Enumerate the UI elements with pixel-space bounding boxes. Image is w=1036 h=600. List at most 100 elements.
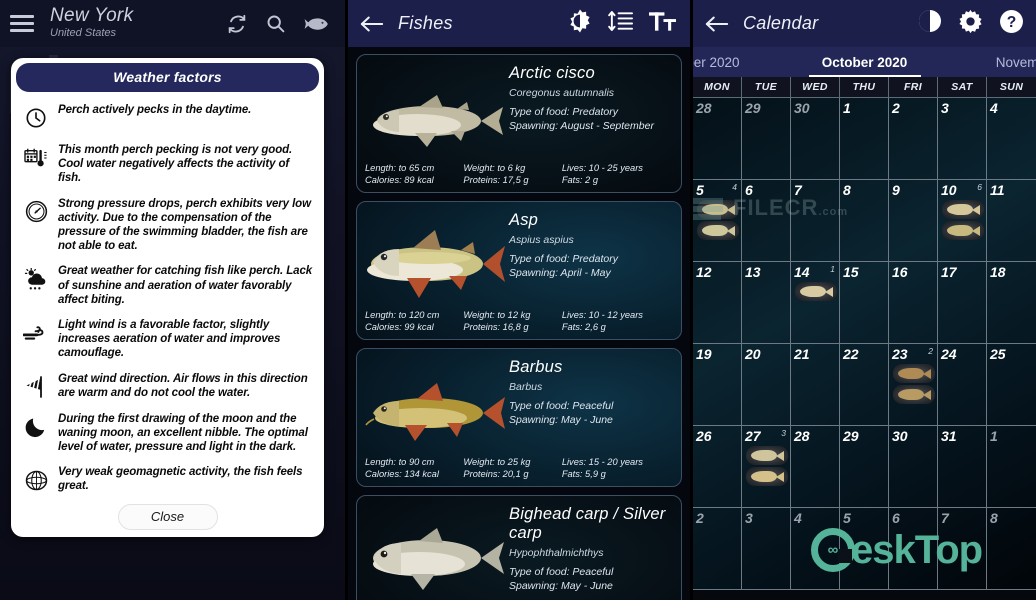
- back-arrow-icon[interactable]: [705, 15, 729, 33]
- calendar-day-cell[interactable]: 7: [938, 508, 987, 590]
- factor-text: This month perch pecking is not very goo…: [58, 144, 293, 185]
- fish-fats: Fats: 2 g: [561, 175, 598, 185]
- calendar-day-cell[interactable]: 14 1: [791, 262, 840, 344]
- calendar-day-cell[interactable]: 12: [693, 262, 742, 344]
- calendar-day-number: 6: [745, 182, 753, 198]
- calendar-day-cell[interactable]: 24: [938, 344, 987, 426]
- calendar-day-cell[interactable]: 30: [791, 98, 840, 180]
- calendar-day-cell[interactable]: 1: [987, 426, 1036, 508]
- calendar-day-number: 7: [941, 510, 949, 526]
- calendar-day-cell[interactable]: 31: [938, 426, 987, 508]
- hamburger-icon[interactable]: [10, 15, 34, 32]
- calendar-day-cell[interactable]: 20: [742, 344, 791, 426]
- calendar-day-cell[interactable]: 2: [693, 508, 742, 590]
- month-next[interactable]: November: [996, 55, 1036, 70]
- month-current[interactable]: October 2020: [822, 55, 908, 70]
- fish-calories: Calories: 89 kcal: [365, 175, 434, 185]
- calendar-day-cell[interactable]: 13: [742, 262, 791, 344]
- calendar-day-cell[interactable]: 29: [840, 426, 889, 508]
- calendar-day-cell[interactable]: 11: [987, 180, 1036, 262]
- calendar-day-number: 11: [990, 182, 1005, 198]
- calendar-day-cell[interactable]: 4: [791, 508, 840, 590]
- weather-topbar: New York United States: [0, 0, 345, 47]
- calendar-day-cell[interactable]: 17: [938, 262, 987, 344]
- calendar-fish-icon: [893, 385, 935, 404]
- text-size-icon[interactable]: [649, 11, 676, 37]
- calendar-day-cell[interactable]: 28: [693, 98, 742, 180]
- fish-stats: Length: to 120 cm Calories: 99 kcal Weig…: [365, 309, 675, 333]
- calendar-day-cell[interactable]: 8: [987, 508, 1036, 590]
- calendar-day-number: 24: [941, 346, 957, 362]
- wind-icon: [23, 320, 49, 346]
- calendar-grid[interactable]: 28 29 30 1 2 3 4 5 4 6 7 8 9 10 6 11 12 13 14 1 15 16 17 18 19 20…: [693, 98, 1036, 590]
- calendar-day-cell[interactable]: 3: [938, 98, 987, 180]
- fish-name: Arctic cisco: [509, 64, 595, 82]
- month-prev[interactable]: mber 2020: [693, 55, 740, 70]
- calendar-day-cell[interactable]: 10 6: [938, 180, 987, 262]
- calendar-day-cell[interactable]: 30: [889, 426, 938, 508]
- calendar-day-cell[interactable]: 27 3: [742, 426, 791, 508]
- calendar-day-cell[interactable]: 1: [840, 98, 889, 180]
- brightness-icon[interactable]: [568, 9, 592, 38]
- calendar-fish-icon: [746, 467, 788, 486]
- fish-list[interactable]: Arctic cisco Coregonus autumnalis Type o…: [348, 47, 690, 600]
- calendar-day-cell[interactable]: 9: [889, 180, 938, 262]
- weekday-mon: MON: [693, 77, 742, 97]
- help-icon[interactable]: ?: [999, 9, 1024, 39]
- line-spacing-icon[interactable]: [608, 10, 633, 37]
- list-item[interactable]: Bighead carp / Silver carp Hypophthalmic…: [356, 495, 682, 600]
- gear-icon[interactable]: [958, 9, 983, 39]
- month-selector[interactable]: mber 2020 October 2020 November: [693, 47, 1036, 77]
- fish-latin-name: Hypophthalmichthys: [509, 547, 604, 559]
- calendar-day-cell[interactable]: 22: [840, 344, 889, 426]
- factor-text: Very weak geomagnetic activity, the fish…: [58, 466, 303, 493]
- fish-food-type: Type of food: Peaceful: [509, 566, 614, 578]
- search-icon[interactable]: [265, 13, 286, 34]
- calendar-day-cell[interactable]: 29: [742, 98, 791, 180]
- calendar-day-cell[interactable]: 6: [742, 180, 791, 262]
- calendar-day-cell[interactable]: 2: [889, 98, 938, 180]
- fish-latin-name: Barbus: [509, 381, 543, 393]
- list-item[interactable]: Arctic cisco Coregonus autumnalis Type o…: [356, 54, 682, 193]
- fish-spawning: Spawning: August - September: [509, 119, 654, 132]
- calendar-day-cell[interactable]: 28: [791, 426, 840, 508]
- calendar-day-cell[interactable]: 18: [987, 262, 1036, 344]
- calendar-day-cell[interactable]: 21: [791, 344, 840, 426]
- calendar-day-number: 15: [843, 264, 859, 280]
- calendar-day-cell[interactable]: 25: [987, 344, 1036, 426]
- fish-icon[interactable]: [303, 15, 329, 33]
- calendar-day-cell[interactable]: 5: [840, 508, 889, 590]
- calendar-day-number: 31: [941, 428, 957, 444]
- list-item: Very weak geomagnetic activity, the fish…: [19, 460, 314, 500]
- refresh-icon[interactable]: [226, 13, 248, 35]
- close-button[interactable]: Close: [117, 504, 218, 531]
- calendar-day-cell[interactable]: 6: [889, 508, 938, 590]
- fish-lives: Lives: 10 - 12 years: [561, 310, 643, 320]
- factor-text: Light wind is a favorable factor, slight…: [58, 319, 281, 360]
- calendar-day-cell[interactable]: 7: [791, 180, 840, 262]
- calendar-day-cell[interactable]: 3: [742, 508, 791, 590]
- calendar-day-cell[interactable]: 16: [889, 262, 938, 344]
- calendar-day-number: 30: [892, 428, 908, 444]
- calendar-day-badge: 3: [781, 428, 786, 438]
- calendar-day-cell[interactable]: 23 2: [889, 344, 938, 426]
- calendar-day-cell[interactable]: 26: [693, 426, 742, 508]
- list-item[interactable]: Barbus Barbus Type of food: Peaceful Spa…: [356, 348, 682, 487]
- fish-proteins: Proteins: 20,1 g: [463, 469, 529, 479]
- calendar-day-cell[interactable]: 4: [987, 98, 1036, 180]
- fish-name: Barbus: [509, 358, 563, 376]
- calendar-day-cell[interactable]: 8: [840, 180, 889, 262]
- weekday-tue: TUE: [742, 77, 791, 97]
- calendar-day-cell[interactable]: 15: [840, 262, 889, 344]
- fish-stats: Length: to 65 cm Calories: 89 kcal Weigh…: [365, 162, 675, 186]
- moon-phase-icon[interactable]: [918, 9, 942, 38]
- list-item[interactable]: Asp Aspius aspius Type of food: Predator…: [356, 201, 682, 340]
- calendar-day-number: 18: [990, 264, 1006, 280]
- back-arrow-icon[interactable]: [360, 15, 384, 33]
- weather-topbar-actions: [226, 13, 335, 35]
- barometer-icon: [23, 199, 49, 225]
- screenshot-root: New York United States Weather factors P…: [0, 0, 1036, 600]
- calendar-day-number: 1: [843, 100, 851, 116]
- calendar-day-cell[interactable]: 19: [693, 344, 742, 426]
- calendar-day-cell[interactable]: 54: [693, 180, 742, 262]
